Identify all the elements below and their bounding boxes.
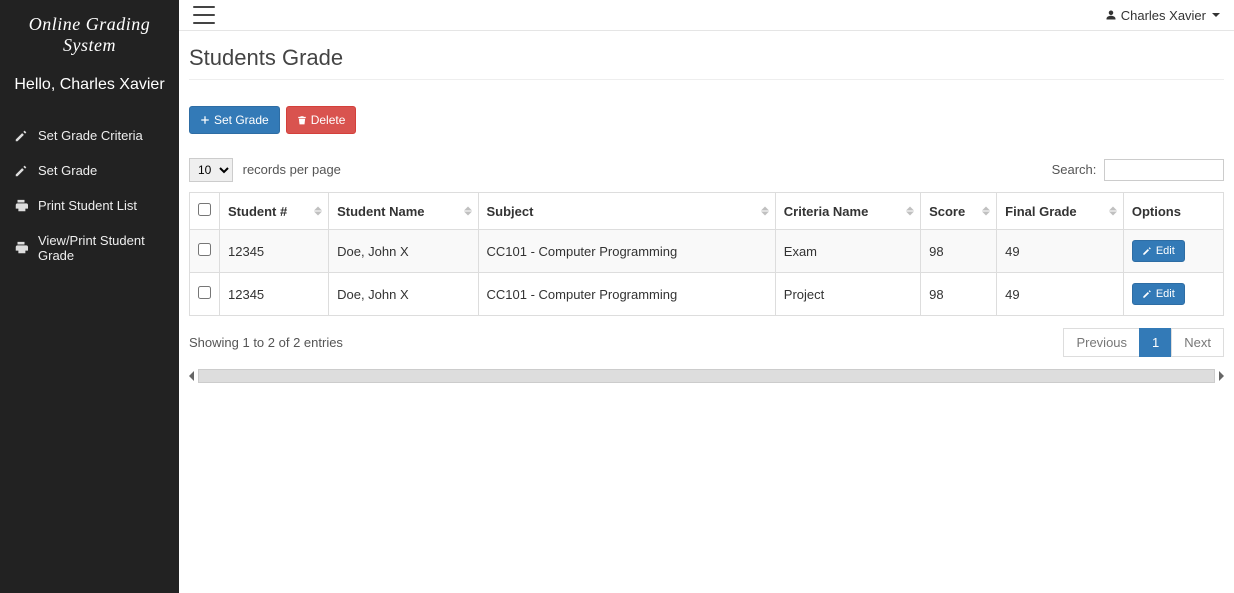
records-per-page-label: records per page — [243, 162, 341, 177]
sidebar-item-label: Set Grade Criteria — [38, 128, 143, 143]
records-per-page-select[interactable]: 10 — [189, 158, 233, 182]
search-input[interactable] — [1104, 159, 1224, 181]
user-menu[interactable]: Charles Xavier — [1105, 8, 1224, 23]
page-title: Students Grade — [189, 45, 1224, 80]
action-buttons: Set Grade Delete — [189, 106, 1224, 134]
cell-criteria: Project — [775, 273, 920, 316]
edit-icon — [14, 129, 28, 143]
main-content: Charles Xavier Students Grade Set Grade … — [179, 0, 1234, 593]
edit-icon — [1142, 246, 1152, 256]
sort-icon — [314, 207, 322, 216]
page-next[interactable]: Next — [1171, 328, 1224, 357]
sidebar-item-set-grade-criteria[interactable]: Set Grade Criteria — [0, 118, 179, 153]
delete-button[interactable]: Delete — [286, 106, 357, 134]
cell-student-no: 12345 — [220, 273, 329, 316]
table-footer: Showing 1 to 2 of 2 entries Previous 1 N… — [189, 328, 1224, 357]
sort-icon — [761, 207, 769, 216]
column-subject[interactable]: Subject — [478, 193, 775, 230]
select-all-checkbox[interactable] — [198, 203, 211, 216]
column-student-no[interactable]: Student # — [220, 193, 329, 230]
sort-icon — [464, 207, 472, 216]
app-brand: Online Grading System — [0, 0, 179, 66]
sidebar-item-label: Print Student List — [38, 198, 137, 213]
scroll-right-icon — [1219, 371, 1224, 381]
sidebar-item-view-print-student-grade[interactable]: View/Print Student Grade — [0, 223, 179, 273]
sidebar-item-label: View/Print Student Grade — [38, 233, 165, 263]
user-icon — [1105, 9, 1117, 21]
sort-icon — [906, 207, 914, 216]
sidebar-item-print-student-list[interactable]: Print Student List — [0, 188, 179, 223]
column-student-name[interactable]: Student Name — [329, 193, 478, 230]
set-grade-button-label: Set Grade — [214, 113, 269, 127]
cell-student-name: Doe, John X — [329, 273, 478, 316]
cell-student-no: 12345 — [220, 230, 329, 273]
table-row: 12345 Doe, John X CC101 - Computer Progr… — [190, 230, 1224, 273]
column-select-all — [190, 193, 220, 230]
sidebar-item-set-grade[interactable]: Set Grade — [0, 153, 179, 188]
cell-student-name: Doe, John X — [329, 230, 478, 273]
edit-button[interactable]: Edit — [1132, 240, 1185, 262]
records-per-page: 10 records per page — [189, 158, 341, 182]
search-label: Search: — [1052, 162, 1097, 177]
table-header-row: Student # Student Name Subject Criteria … — [190, 193, 1224, 230]
user-name: Charles Xavier — [1121, 8, 1206, 23]
showing-entries: Showing 1 to 2 of 2 entries — [189, 335, 343, 350]
plus-icon — [200, 115, 210, 125]
edit-icon — [14, 164, 28, 178]
trash-icon — [297, 115, 307, 125]
sidebar-item-label: Set Grade — [38, 163, 97, 178]
sidebar: Online Grading System Hello, Charles Xav… — [0, 0, 179, 593]
cell-score: 98 — [921, 230, 997, 273]
scroll-left-icon — [189, 371, 194, 381]
edit-button[interactable]: Edit — [1132, 283, 1185, 305]
print-icon — [14, 241, 28, 255]
cell-subject: CC101 - Computer Programming — [478, 273, 775, 316]
delete-button-label: Delete — [311, 113, 346, 127]
row-checkbox[interactable] — [198, 286, 211, 299]
column-score[interactable]: Score — [921, 193, 997, 230]
horizontal-scrollbar[interactable] — [189, 369, 1224, 383]
sort-icon — [982, 207, 990, 216]
set-grade-button[interactable]: Set Grade — [189, 106, 280, 134]
cell-final-grade: 49 — [997, 230, 1124, 273]
greeting-text: Hello, Charles Xavier — [0, 66, 179, 118]
caret-down-icon — [1212, 13, 1220, 17]
column-final-grade[interactable]: Final Grade — [997, 193, 1124, 230]
sort-icon — [1109, 207, 1117, 216]
topbar: Charles Xavier — [179, 0, 1234, 31]
grades-table: Student # Student Name Subject Criteria … — [189, 192, 1224, 316]
page-number[interactable]: 1 — [1139, 328, 1172, 357]
cell-score: 98 — [921, 273, 997, 316]
print-icon — [14, 199, 28, 213]
table-controls: 10 records per page Search: — [189, 158, 1224, 182]
column-criteria[interactable]: Criteria Name — [775, 193, 920, 230]
edit-icon — [1142, 289, 1152, 299]
table-search: Search: — [1052, 159, 1224, 181]
column-options: Options — [1123, 193, 1223, 230]
scrollbar-track[interactable] — [198, 369, 1215, 383]
menu-toggle-icon[interactable] — [193, 6, 215, 24]
pagination: Previous 1 Next — [1064, 328, 1224, 357]
page-previous[interactable]: Previous — [1063, 328, 1140, 357]
row-checkbox[interactable] — [198, 243, 211, 256]
sidebar-nav: Set Grade Criteria Set Grade Print Stude… — [0, 118, 179, 273]
cell-final-grade: 49 — [997, 273, 1124, 316]
cell-criteria: Exam — [775, 230, 920, 273]
table-row: 12345 Doe, John X CC101 - Computer Progr… — [190, 273, 1224, 316]
cell-subject: CC101 - Computer Programming — [478, 230, 775, 273]
